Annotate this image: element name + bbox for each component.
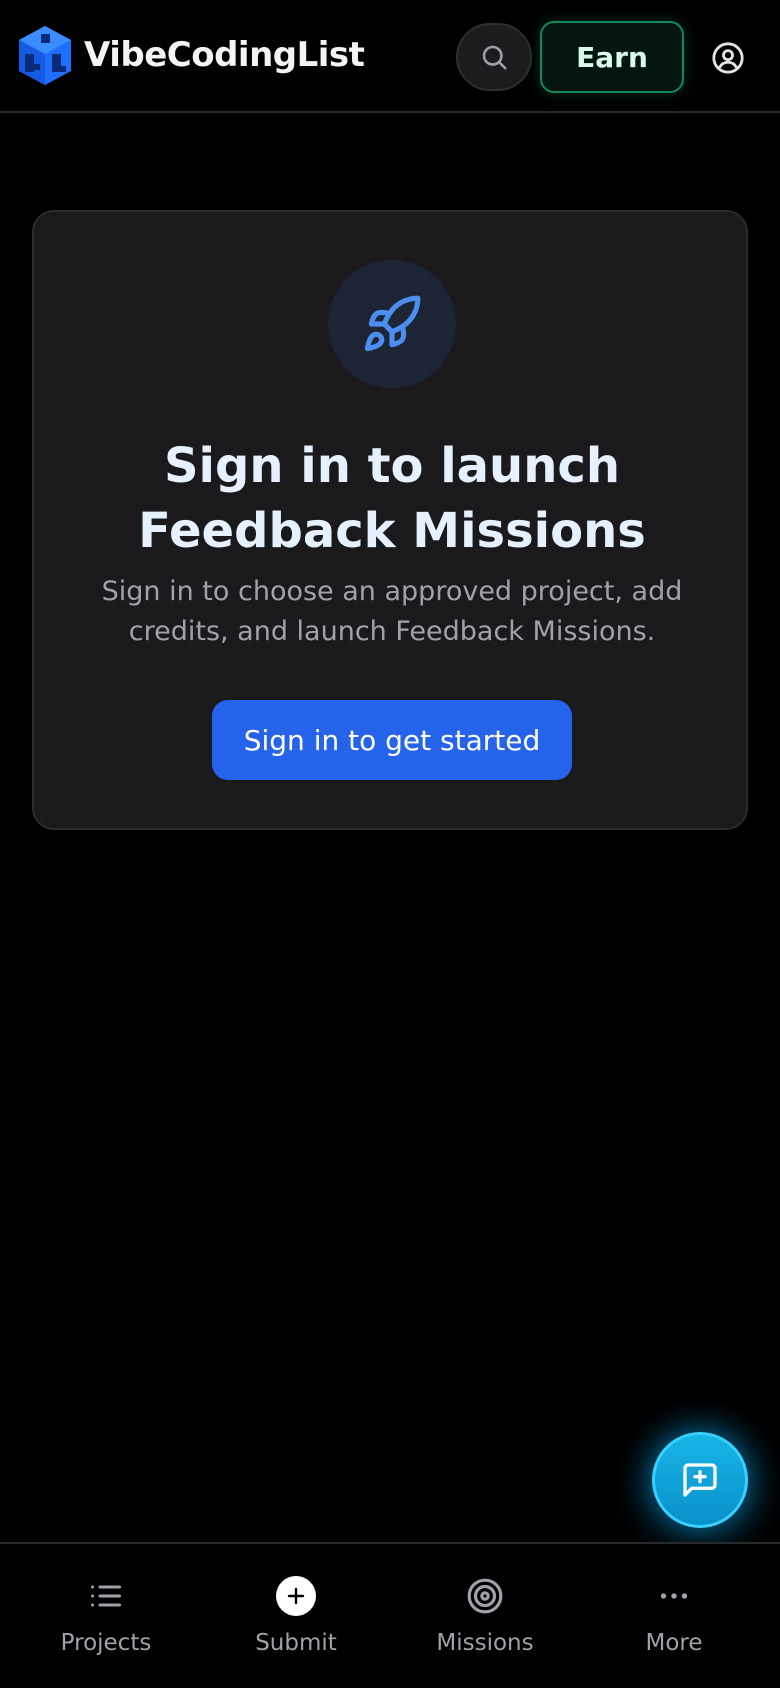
feedback-fab-button[interactable]: [652, 1432, 748, 1528]
nav-item-projects[interactable]: Projects: [11, 1544, 201, 1688]
nav-label-projects: Projects: [60, 1630, 152, 1656]
nav-label-more: More: [645, 1630, 703, 1656]
bottom-nav: Projects Submit Missions More: [0, 1542, 780, 1688]
card-title-line1: Sign in to launch: [163, 438, 621, 494]
user-circle-icon: [712, 42, 744, 74]
target-icon: [465, 1576, 505, 1616]
search-button[interactable]: [456, 23, 532, 91]
card-title-line2: Feedback Missions: [138, 503, 646, 559]
brand-name[interactable]: VibeCodingList: [84, 33, 365, 77]
brand-logo-icon[interactable]: [16, 24, 74, 87]
sign-in-card: Sign in to launch Feedback Missions Sign…: [32, 210, 748, 830]
message-plus-icon: [683, 1463, 717, 1497]
nav-item-submit[interactable]: Submit: [201, 1544, 391, 1688]
search-icon: [482, 45, 507, 70]
nav-label-missions: Missions: [436, 1630, 534, 1656]
nav-item-missions[interactable]: Missions: [390, 1544, 580, 1688]
card-subtitle: Sign in to choose an approved project, a…: [74, 572, 710, 652]
account-button[interactable]: [706, 36, 750, 80]
sign-in-button[interactable]: Sign in to get started: [212, 700, 572, 780]
rocket-icon: [364, 295, 421, 352]
more-dots-icon: [654, 1576, 694, 1616]
top-header: VibeCodingList Earn: [0, 0, 780, 113]
earn-button[interactable]: Earn: [540, 21, 684, 93]
nav-item-more[interactable]: More: [579, 1544, 769, 1688]
card-title: Sign in to launch Feedback Missions: [74, 434, 710, 564]
list-icon: [86, 1576, 126, 1616]
page: VibeCodingList Earn Sign in to launch Fe…: [0, 0, 780, 1688]
card-subtitle-line2: credits, and launch Feedback Missions.: [128, 616, 656, 647]
rocket-badge: [328, 260, 456, 388]
plus-circle-icon: [276, 1576, 316, 1616]
card-subtitle-line1: Sign in to choose an approved project, a…: [101, 576, 683, 607]
nav-label-submit: Submit: [255, 1630, 337, 1656]
